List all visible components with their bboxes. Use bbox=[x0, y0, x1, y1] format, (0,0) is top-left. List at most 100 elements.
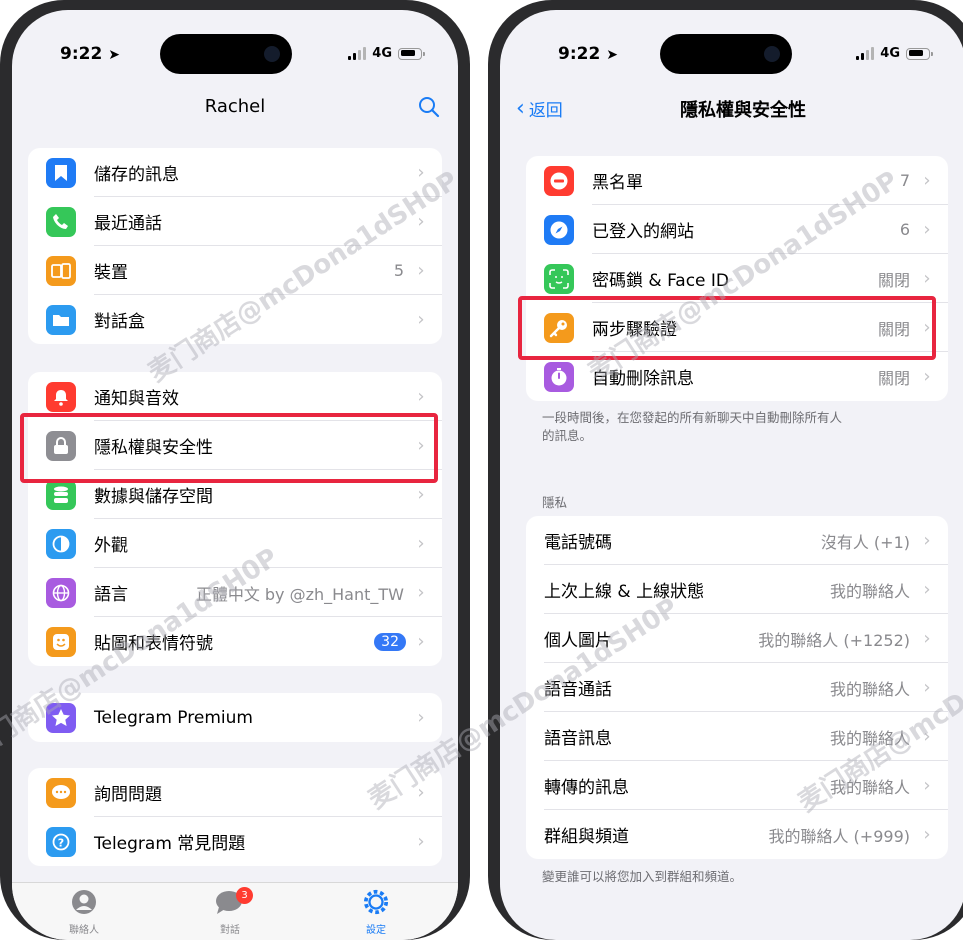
chevron-right-icon: › bbox=[923, 677, 931, 698]
row-value: 我的聯絡人 (+999) bbox=[768, 826, 910, 846]
search-icon[interactable] bbox=[418, 96, 440, 118]
settings-row[interactable]: 貼圖和表情符號 32 › bbox=[28, 617, 442, 666]
gear-icon bbox=[363, 889, 389, 915]
tab-bar: 聯絡人 3 對話 設定 bbox=[12, 882, 458, 940]
privacy-group: 電話號碼 沒有人 (+1) › 上次上線 & 上線狀態 我的聯絡人 › 個人圖片 我的聯絡人 … bbox=[526, 516, 948, 859]
chevron-right-icon: › bbox=[417, 533, 425, 554]
svg-text:?: ? bbox=[58, 836, 64, 849]
settings-row[interactable]: Telegram Premium › bbox=[28, 693, 442, 742]
chevron-right-icon: › bbox=[417, 386, 425, 407]
settings-row[interactable]: 最近通話 › bbox=[28, 197, 442, 246]
chevron-right-icon: › bbox=[417, 484, 425, 505]
row-label: 最近通話 bbox=[94, 214, 162, 234]
row-value: 7 bbox=[899, 171, 910, 190]
status-time: 9:22 ➤ bbox=[60, 44, 120, 64]
settings-row[interactable]: 外觀 › bbox=[28, 519, 442, 568]
privacy-screen: 9:22 ➤ 4G ‹ 返回 隱私權與安全性 黑名單 7 › 已登入的網站 6 › 密碼鎖 … bbox=[500, 10, 963, 940]
privacy-row[interactable]: 語音通話 我的聯絡人 › bbox=[526, 663, 948, 712]
network-label: 4G bbox=[880, 46, 900, 61]
battery-icon bbox=[398, 47, 425, 60]
row-label: 密碼鎖 & Face ID bbox=[592, 271, 730, 291]
row-label: 詢問問題 bbox=[94, 785, 162, 805]
row-label: 已登入的網站 bbox=[592, 222, 694, 242]
person-icon bbox=[72, 890, 96, 914]
settings-row[interactable]: ? Telegram 常見問題 › bbox=[28, 817, 442, 866]
timer-icon bbox=[544, 361, 574, 392]
dynamic-island bbox=[660, 34, 792, 74]
row-label: 對話盒 bbox=[94, 312, 145, 332]
status-indicators: 4G bbox=[856, 46, 933, 61]
signal-icon bbox=[348, 47, 367, 60]
row-label: Telegram Premium bbox=[94, 707, 253, 728]
privacy-row[interactable]: 語音訊息 我的聯絡人 › bbox=[526, 712, 948, 761]
row-label: 上次上線 & 上線狀態 bbox=[544, 582, 705, 602]
row-label: 自動刪除訊息 bbox=[592, 369, 694, 389]
security-row[interactable]: 已登入的網站 6 › bbox=[526, 205, 948, 254]
faceid-icon bbox=[544, 263, 574, 294]
settings-row[interactable]: 對話盒 › bbox=[28, 295, 442, 344]
status-time: 9:22 ➤ bbox=[558, 44, 618, 64]
row-value: 6 bbox=[899, 220, 910, 239]
auto-delete-note: 一段時間後，在您發起的所有新聊天中自動刪除所有人 的訊息。 bbox=[542, 410, 843, 443]
chat-bubble-icon bbox=[46, 777, 76, 808]
security-group: 黑名單 7 › 已登入的網站 6 › 密碼鎖 & Face ID 關閉 › 兩步驟驗證 關閉 › 自動刪… bbox=[526, 156, 948, 401]
chevron-right-icon: › bbox=[923, 530, 931, 551]
row-value: 正體中文 by @zh_Hant_TW bbox=[195, 584, 404, 604]
row-value: 5 bbox=[393, 261, 404, 280]
chevron-right-icon: › bbox=[417, 782, 425, 803]
globe-icon bbox=[46, 577, 76, 608]
settings-row[interactable]: 語言 正體中文 by @zh_Hant_TW › bbox=[28, 568, 442, 617]
chevron-right-icon: › bbox=[417, 309, 425, 330]
chevron-right-icon: › bbox=[923, 775, 931, 796]
privacy-row[interactable]: 上次上線 & 上線狀態 我的聯絡人 › bbox=[526, 565, 948, 614]
signal-icon bbox=[856, 47, 875, 60]
tab-chats[interactable]: 3 對話 bbox=[200, 887, 260, 936]
privacy-row[interactable]: 個人圖片 我的聯絡人 (+1252) › bbox=[526, 614, 948, 663]
block-icon bbox=[544, 165, 574, 196]
security-row[interactable]: 黑名單 7 › bbox=[526, 156, 948, 205]
chevron-right-icon: › bbox=[923, 579, 931, 600]
unread-badge: 3 bbox=[236, 887, 253, 904]
tab-contacts[interactable]: 聯絡人 bbox=[54, 889, 114, 936]
chevron-right-icon: › bbox=[417, 631, 425, 652]
settings-row[interactable]: 詢問問題 › bbox=[28, 768, 442, 817]
row-value: 我的聯絡人 bbox=[829, 679, 910, 699]
row-value: 關閉 bbox=[877, 270, 910, 290]
chevron-right-icon: › bbox=[417, 831, 425, 852]
row-label: 個人圖片 bbox=[544, 631, 612, 651]
status-indicators: 4G bbox=[348, 46, 425, 61]
settings-group-1: 儲存的訊息 › 最近通話 › 裝置 5 › 對話盒 › bbox=[28, 148, 442, 344]
count-badge: 32 bbox=[374, 632, 406, 651]
row-label: 裝置 bbox=[94, 263, 128, 283]
chevron-right-icon: › bbox=[417, 260, 425, 281]
row-value: 我的聯絡人 (+1252) bbox=[758, 630, 910, 650]
chevron-right-icon: › bbox=[923, 824, 931, 845]
page-title: 隱私權與安全性 bbox=[680, 100, 806, 121]
row-value: 關閉 bbox=[877, 368, 910, 388]
row-label: 轉傳的訊息 bbox=[544, 778, 629, 798]
devices-icon bbox=[46, 255, 76, 286]
row-label: 儲存的訊息 bbox=[94, 165, 179, 185]
tab-settings[interactable]: 設定 bbox=[346, 889, 406, 936]
privacy-row[interactable]: 群組與頻道 我的聯絡人 (+999) › bbox=[526, 810, 948, 859]
star-icon bbox=[46, 702, 76, 733]
chevron-right-icon: › bbox=[923, 170, 931, 191]
chevron-right-icon: › bbox=[417, 211, 425, 232]
settings-group-3: Telegram Premium › bbox=[28, 693, 442, 742]
phone-right: 9:22 ➤ 4G ‹ 返回 隱私權與安全性 黑名單 7 › 已登入的網站 6 › 密碼鎖 … bbox=[488, 0, 963, 940]
privacy-row[interactable]: 電話號碼 沒有人 (+1) › bbox=[526, 516, 948, 565]
battery-icon bbox=[906, 47, 933, 60]
row-label: 語音訊息 bbox=[544, 729, 612, 749]
settings-row[interactable]: 儲存的訊息 › bbox=[28, 148, 442, 197]
chevron-right-icon: › bbox=[417, 707, 425, 728]
row-value: 沒有人 (+1) bbox=[820, 532, 910, 552]
row-value: 我的聯絡人 bbox=[829, 728, 910, 748]
row-label: 黑名單 bbox=[592, 173, 643, 193]
row-label: 群組與頻道 bbox=[544, 827, 629, 847]
chevron-right-icon: › bbox=[417, 162, 425, 183]
privacy-row[interactable]: 轉傳的訊息 我的聯絡人 › bbox=[526, 761, 948, 810]
groups-note: 變更誰可以將您加入到群組和頻道。 bbox=[542, 869, 743, 884]
row-value: 我的聯絡人 bbox=[829, 581, 910, 601]
settings-row[interactable]: 裝置 5 › bbox=[28, 246, 442, 295]
network-label: 4G bbox=[372, 46, 392, 61]
